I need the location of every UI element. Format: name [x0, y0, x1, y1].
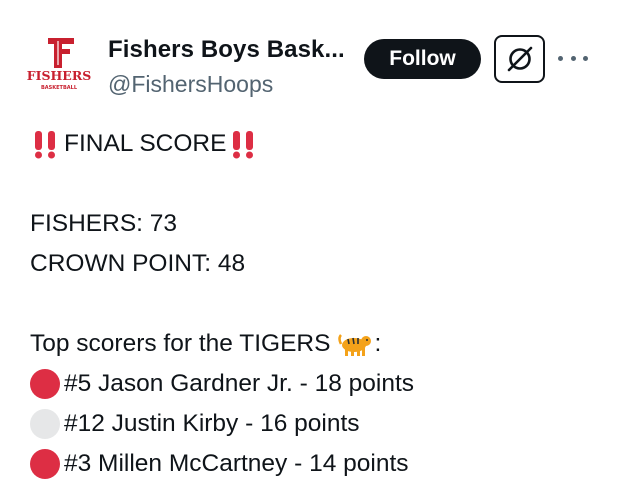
score-line: CROWN POINT: 48: [30, 250, 246, 277]
tweet-header: FISHERS BASKETBALL Fishers Boys Bask... …: [0, 0, 618, 110]
more-options-button[interactable]: [558, 48, 588, 68]
double-exclamation-icon: [228, 129, 260, 159]
red-circle-icon: [30, 369, 60, 399]
scorers-intro-line: Top scorers for the TIGERS :: [30, 324, 610, 364]
headline-text: FINAL SCORE: [64, 130, 227, 157]
follow-button[interactable]: Follow: [364, 39, 481, 79]
scorer-line: #3 Millen McCartney - 14 points: [30, 444, 610, 484]
grok-button[interactable]: [494, 35, 545, 83]
author-name[interactable]: Fishers Boys Bask...: [108, 36, 345, 64]
scorer-text: #3 Millen McCartney - 14 points: [64, 450, 409, 477]
double-exclamation-icon: [30, 129, 62, 159]
headline-line: FINAL SCORE: [30, 124, 610, 164]
scorers-intro-text: Top scorers for the TIGERS: [30, 330, 331, 357]
avatar[interactable]: FISHERS BASKETBALL: [26, 34, 92, 94]
scorer-line: #12 Justin Kirby - 16 points: [30, 404, 610, 444]
grok-icon: [507, 46, 532, 72]
avatar-logo-text: FISHERS: [27, 68, 92, 83]
more-dot: [570, 55, 576, 61]
scorers-intro-suffix: :: [374, 330, 382, 357]
tweet-text: FINAL SCORE FISHERS: 73 CROWN POINT: 48 …: [30, 124, 610, 484]
more-dots-icon: [558, 55, 563, 61]
scorer-line: #5 Jason Gardner Jr. - 18 points: [30, 364, 610, 404]
author-handle[interactable]: @FishersHoops: [108, 71, 273, 98]
more-dot: [583, 55, 588, 61]
tiger-icon: [338, 330, 372, 358]
fishers-logo-icon: FISHERS BASKETBALL: [27, 38, 92, 91]
red-circle-icon: [30, 449, 60, 479]
scorer-text: #5 Jason Gardner Jr. - 18 points: [64, 370, 414, 397]
white-circle-icon: [30, 409, 60, 439]
scorer-text: #12 Justin Kirby - 16 points: [64, 410, 360, 437]
score-line: FISHERS: 73: [30, 210, 178, 237]
avatar-logo-subtext: BASKETBALL: [41, 85, 78, 91]
